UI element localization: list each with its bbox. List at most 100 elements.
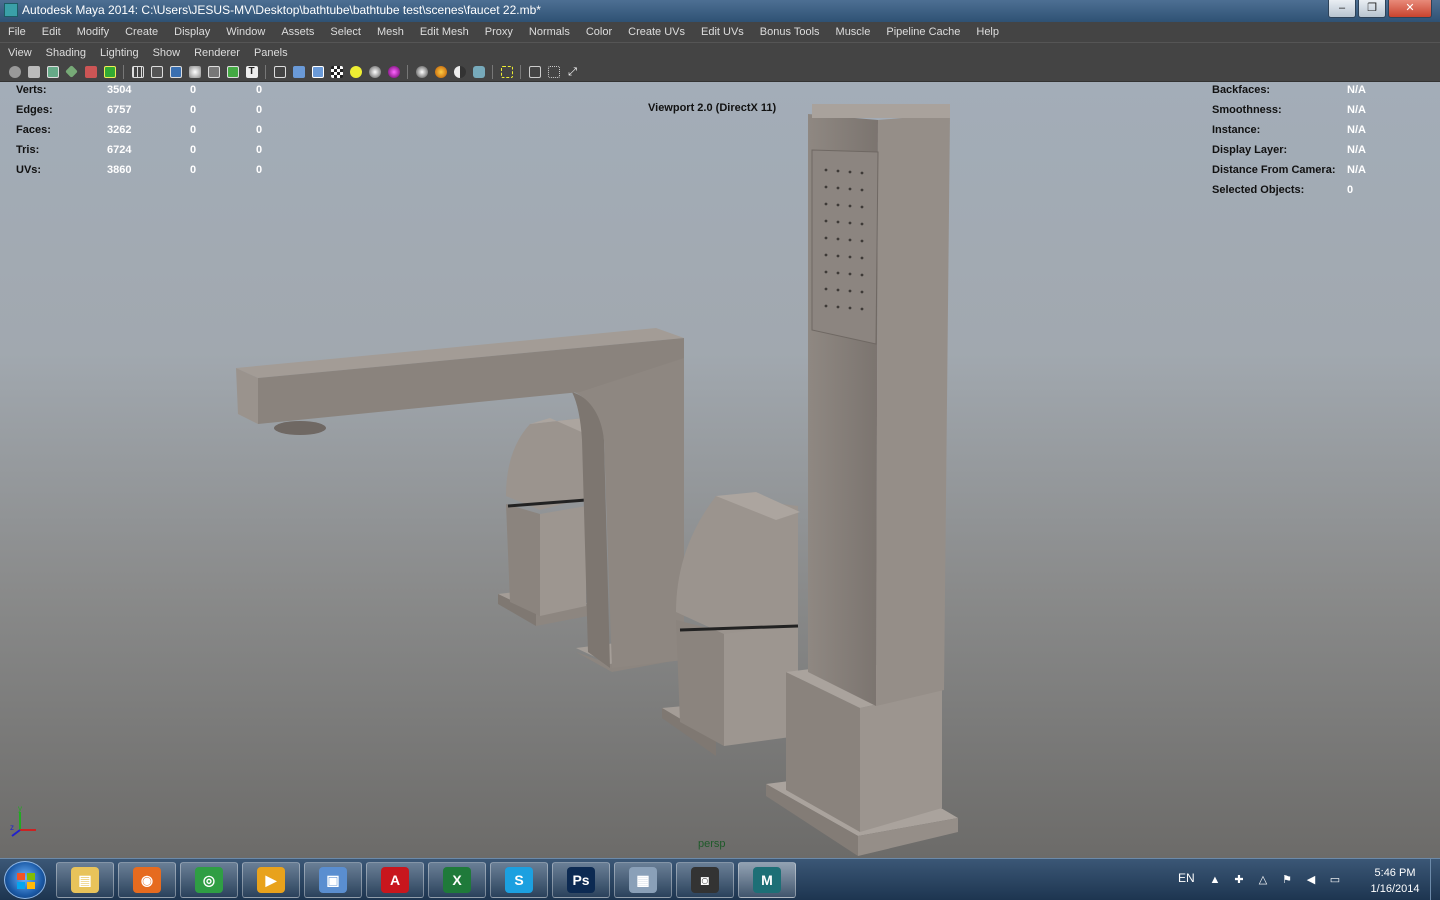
- show-desktop-button[interactable]: [1430, 859, 1440, 900]
- acrobat-icon: A: [381, 867, 409, 893]
- taskbar-acrobat-button[interactable]: A: [366, 862, 424, 898]
- taskbar-excel-button[interactable]: X: [428, 862, 486, 898]
- nozzle-hole: [860, 188, 864, 192]
- grease-pencil-icon[interactable]: [82, 64, 99, 80]
- default-light-icon[interactable]: [347, 64, 364, 80]
- taskbar-photo-viewer-button[interactable]: ▣: [304, 862, 362, 898]
- hud-value: 0: [256, 164, 263, 176]
- menu-proxy[interactable]: Proxy: [477, 26, 521, 38]
- taskbar-camera-button[interactable]: ◙: [676, 862, 734, 898]
- resolution-gate-icon[interactable]: [101, 64, 118, 80]
- viewport-persp[interactable]: Verts: 3504 0 0 Edges: 6757 0 0 Faces: 3…: [0, 82, 1440, 858]
- action-center-flag-icon[interactable]: ⚑: [1280, 873, 1294, 887]
- taskbar-photoshop-button[interactable]: Ps: [552, 862, 610, 898]
- menu-muscle[interactable]: Muscle: [828, 26, 879, 38]
- close-button[interactable]: ✕: [1388, 0, 1432, 18]
- wire-on-shaded-icon[interactable]: [309, 64, 326, 80]
- share-icon[interactable]: ⤢: [564, 64, 581, 80]
- nozzle-hole: [860, 239, 864, 243]
- taskbar-file-explorer-button[interactable]: ▤: [56, 862, 114, 898]
- hud-value: 0: [256, 84, 263, 96]
- maya-app-icon[interactable]: [4, 3, 18, 17]
- camera-attributes-icon[interactable]: [6, 64, 23, 80]
- menu-window[interactable]: Window: [218, 26, 273, 38]
- taskbar-calculator-button[interactable]: ▦: [614, 862, 672, 898]
- clock[interactable]: 5:46 PM 1/16/2014: [1360, 865, 1430, 897]
- panel-menu-renderer[interactable]: Renderer: [186, 47, 246, 59]
- hud-value: 0: [256, 124, 263, 136]
- xray-joints-icon[interactable]: [526, 64, 543, 80]
- menu-create-uvs[interactable]: Create UVs: [620, 26, 693, 38]
- google-drive-icon[interactable]: △: [1256, 873, 1270, 887]
- chrome-icon: ◎: [195, 867, 223, 893]
- menu-mesh[interactable]: Mesh: [369, 26, 412, 38]
- language-indicator[interactable]: EN: [1178, 871, 1195, 885]
- nozzle-hole: [824, 253, 828, 257]
- motion-blur-icon[interactable]: [432, 64, 449, 80]
- all-lights-icon[interactable]: [366, 64, 383, 80]
- shadows-icon[interactable]: [385, 64, 402, 80]
- menu-assets[interactable]: Assets: [273, 26, 322, 38]
- clock-time: 5:46 PM: [1374, 867, 1416, 879]
- network-icon[interactable]: ▭: [1328, 873, 1342, 887]
- hud-label: Display Layer:: [1212, 144, 1288, 156]
- wireframe-cube-icon[interactable]: [271, 64, 288, 80]
- textured-icon[interactable]: [224, 64, 241, 80]
- windows-taskbar: ▤ ◉ ◎ ▶ ▣ A X S Ps ▦ ◙ M EN ▲ ✚ △ ⚑ ◀ ▭ 5:46 PM 1/1…: [0, 858, 1440, 900]
- depth-of-field-icon[interactable]: [470, 64, 487, 80]
- anti-aliasing-icon[interactable]: [451, 64, 468, 80]
- text-icon[interactable]: T: [243, 64, 260, 80]
- firefox-icon: ◉: [133, 867, 161, 893]
- panel-menu-lighting[interactable]: Lighting: [92, 47, 145, 59]
- smooth-shade-icon[interactable]: [186, 64, 203, 80]
- screen-space-ao-icon[interactable]: [413, 64, 430, 80]
- plus-icon[interactable]: ✚: [1232, 873, 1246, 887]
- menu-display[interactable]: Display: [166, 26, 218, 38]
- show-hidden-icons-icon[interactable]: ▲: [1208, 873, 1222, 887]
- volume-icon[interactable]: ◀: [1304, 873, 1318, 887]
- wireframe-icon[interactable]: [167, 64, 184, 80]
- grid-icon[interactable]: [129, 64, 146, 80]
- menu-select[interactable]: Select: [322, 26, 369, 38]
- panel-menu-show[interactable]: Show: [145, 47, 187, 59]
- maximize-button[interactable]: ❐: [1358, 0, 1386, 18]
- xray-active-icon[interactable]: [545, 64, 562, 80]
- shaded-cube-icon[interactable]: [290, 64, 307, 80]
- viewport-renderer-label: Viewport 2.0 (DirectX 11): [648, 102, 777, 114]
- nozzle-hole: [860, 290, 864, 294]
- panel-menu-shading[interactable]: Shading: [38, 47, 92, 59]
- menu-bonus-tools[interactable]: Bonus Tools: [752, 26, 828, 38]
- image-plane-icon[interactable]: [44, 64, 61, 80]
- xray-icon[interactable]: [205, 64, 222, 80]
- menu-edit[interactable]: Edit: [34, 26, 69, 38]
- panel-menu-panels[interactable]: Panels: [246, 47, 294, 59]
- hud-value: 3504: [107, 84, 132, 96]
- start-button[interactable]: [4, 861, 46, 899]
- menu-normals[interactable]: Normals: [521, 26, 578, 38]
- isolate-select-icon[interactable]: [498, 64, 515, 80]
- hud-label: Smoothness:: [1212, 104, 1282, 116]
- hud-value: 0: [190, 84, 197, 96]
- menu-edit-uvs[interactable]: Edit UVs: [693, 26, 752, 38]
- taskbar-maya-button[interactable]: M: [738, 862, 796, 898]
- film-gate-icon[interactable]: [148, 64, 165, 80]
- menu-create[interactable]: Create: [117, 26, 166, 38]
- taskbar-chrome-button[interactable]: ◎: [180, 862, 238, 898]
- camera-bookmark-icon[interactable]: [25, 64, 42, 80]
- file-explorer-icon: ▤: [71, 867, 99, 893]
- minimize-button[interactable]: –: [1328, 0, 1356, 18]
- two-d-pan-zoom-icon[interactable]: [63, 64, 80, 80]
- checker-icon[interactable]: [328, 64, 345, 80]
- menu-help[interactable]: Help: [968, 26, 1007, 38]
- menu-modify[interactable]: Modify: [69, 26, 117, 38]
- menu-edit-mesh[interactable]: Edit Mesh: [412, 26, 477, 38]
- menu-pipeline-cache[interactable]: Pipeline Cache: [878, 26, 968, 38]
- menu-file[interactable]: File: [0, 26, 34, 38]
- taskbar-skype-button[interactable]: S: [490, 862, 548, 898]
- hud-label: Edges:: [16, 104, 53, 116]
- taskbar-firefox-button[interactable]: ◉: [118, 862, 176, 898]
- taskbar-media-player-button[interactable]: ▶: [242, 862, 300, 898]
- menu-color[interactable]: Color: [578, 26, 620, 38]
- panel-menu-view[interactable]: View: [0, 47, 38, 59]
- nozzle-hole: [860, 222, 864, 226]
